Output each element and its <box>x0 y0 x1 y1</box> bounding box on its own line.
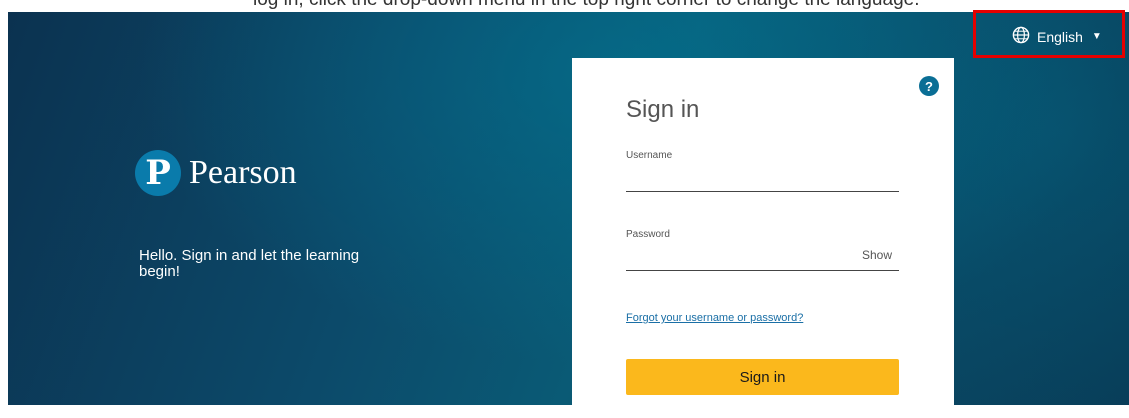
welcome-tagline: Hello. Sign in and let the learning begi… <box>139 247 360 280</box>
annotation-highlight-box <box>973 10 1125 58</box>
brand-name: Pearson <box>189 154 297 191</box>
username-label: Username <box>626 150 673 161</box>
forgot-credentials-link[interactable]: Forgot your username or password? <box>626 312 803 324</box>
signin-title: Sign in <box>626 96 700 123</box>
password-field[interactable] <box>626 248 860 270</box>
page-margin <box>0 12 8 405</box>
pearson-logo-mark: P <box>135 150 181 196</box>
login-background: English ▼ P Pearson Hello. Sign in and l… <box>8 12 1129 405</box>
instruction-caption: log in, click the drop-down menu in the … <box>0 0 1129 12</box>
signin-card: ? Sign in Username Password Show Forgot … <box>572 58 954 418</box>
password-label: Password <box>626 229 670 240</box>
signin-button[interactable]: Sign in <box>626 359 899 395</box>
pearson-logo: P Pearson <box>135 150 297 196</box>
help-icon[interactable]: ? <box>919 76 939 96</box>
username-field[interactable] <box>626 170 860 192</box>
caption-text: log in, click the drop-down menu in the … <box>253 0 919 11</box>
show-password-toggle[interactable]: Show <box>862 248 892 262</box>
username-underline <box>626 191 899 192</box>
password-underline <box>626 270 899 271</box>
